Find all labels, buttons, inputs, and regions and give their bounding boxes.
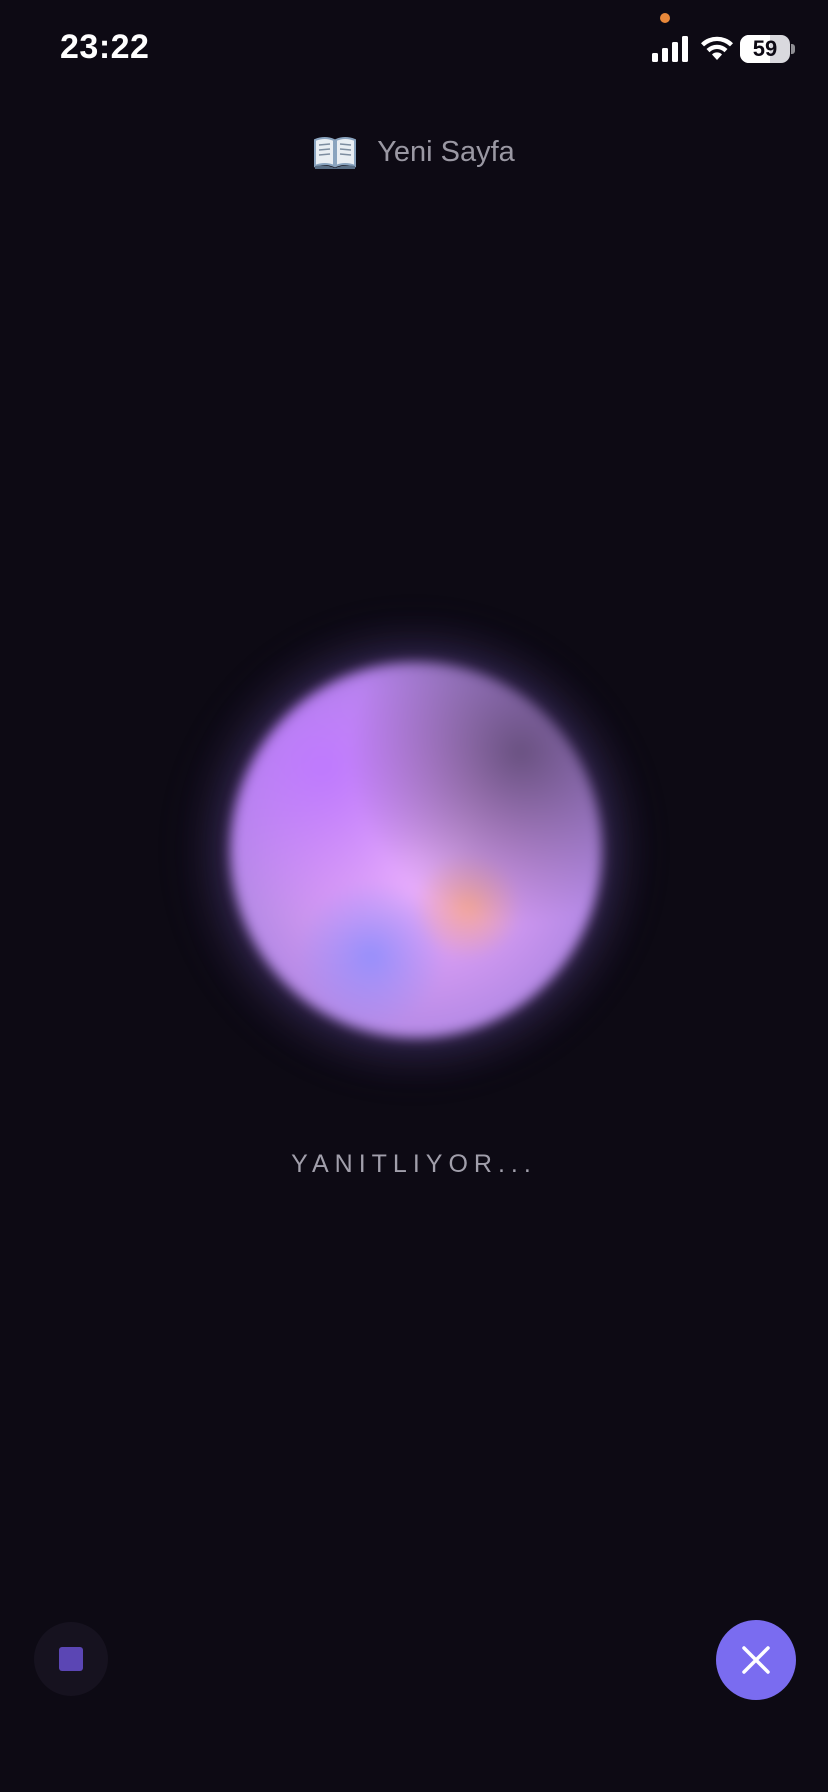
stop-icon [59,1647,83,1671]
status-time: 23:22 [60,28,150,66]
orb-sphere [230,662,602,1038]
close-button[interactable] [716,1620,796,1700]
battery-level: 59 [752,36,778,61]
close-icon [742,1646,770,1674]
page-header[interactable]: Yeni Sayfa [0,124,828,180]
voice-status-text: YANITLIYOR... [291,1150,537,1178]
battery-icon: 59 [740,35,790,63]
privacy-indicator-dot [660,13,670,23]
page-title: Yeni Sayfa [377,135,515,168]
battery-cap [791,44,795,54]
voice-mode-screen: 23:22 59 Yeni Sayfa YANITLIYOR... [0,0,828,1792]
status-bar: 23:22 59 [0,0,828,100]
open-book-icon [314,137,357,169]
signal-icon [652,36,688,62]
wifi-icon [701,36,733,60]
voice-orb [164,600,664,1100]
stop-button[interactable] [34,1622,108,1696]
